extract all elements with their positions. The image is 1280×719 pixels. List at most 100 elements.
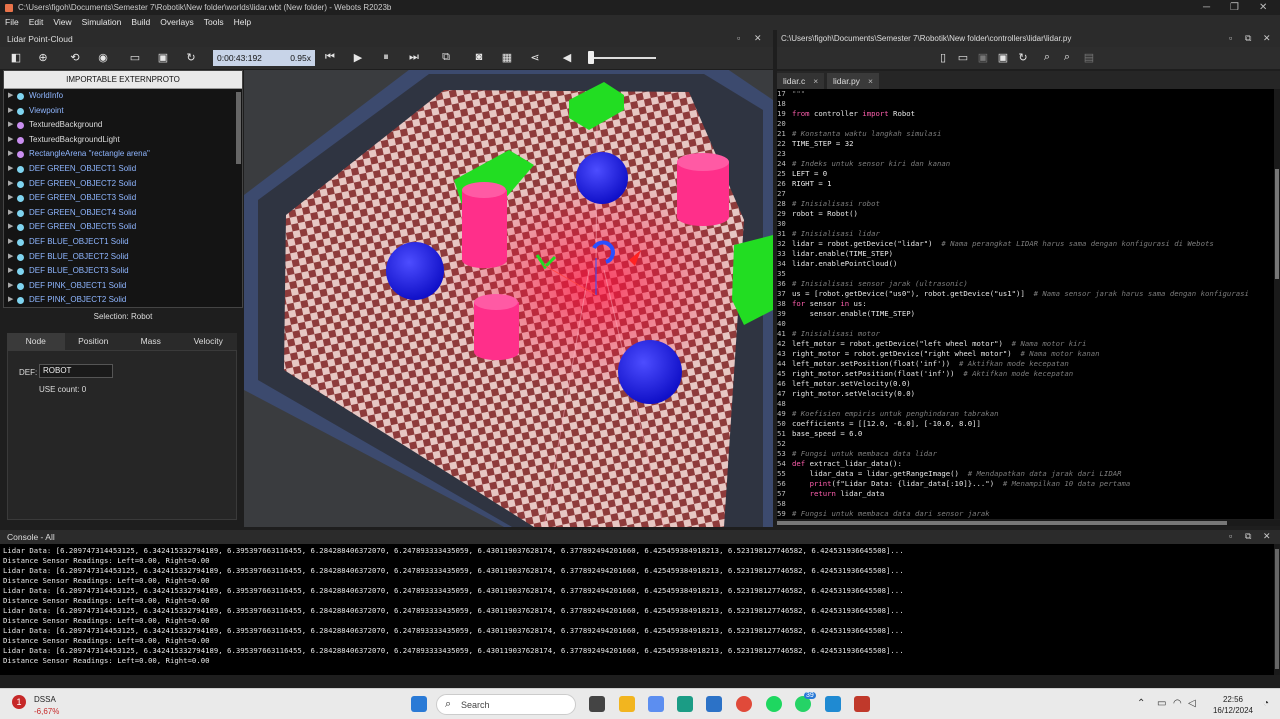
expand-arrow-icon[interactable]: ▶ xyxy=(8,118,13,133)
menu-view[interactable]: View xyxy=(48,15,76,30)
editor-close-icon[interactable]: ✕ xyxy=(1263,33,1271,44)
maximize-icon[interactable]: ❐ xyxy=(1230,0,1239,15)
file-explorer-icon[interactable] xyxy=(619,696,635,712)
taskbar-clock[interactable]: 22:56 16/12/2024 xyxy=(1208,694,1258,716)
reset-view-icon[interactable]: ⟲ xyxy=(67,51,83,64)
console-output[interactable]: Lidar Data: [6.209747314453125, 6.342415… xyxy=(0,544,1274,675)
console-undock-icon[interactable]: ⧉ xyxy=(1245,531,1251,542)
console-close-icon[interactable]: ✕ xyxy=(1263,531,1271,542)
blue-object-2[interactable] xyxy=(386,242,444,300)
tab-close-icon[interactable]: × xyxy=(868,76,873,86)
code-horizontal-scrollbar[interactable] xyxy=(777,520,1280,526)
expand-arrow-icon[interactable]: ▶ xyxy=(8,104,13,119)
webots-icon[interactable] xyxy=(854,696,870,712)
edge-icon[interactable] xyxy=(677,696,693,712)
panel-close-icon[interactable]: ✕ xyxy=(754,33,762,44)
scene-tree-item[interactable]: ▶ DEF GREEN_OBJECT1 Solid xyxy=(4,162,242,177)
scene-tree-item[interactable]: ▶ DEF GREEN_OBJECT2 Solid xyxy=(4,177,242,192)
scene-tree-item[interactable]: ▶ DEF GREEN_OBJECT5 Solid xyxy=(4,220,242,235)
open-world-icon[interactable]: ▭ xyxy=(127,51,143,64)
fast-forward-icon[interactable]: ⏭ xyxy=(406,51,422,64)
pause-icon[interactable]: ⏸ xyxy=(378,51,394,64)
expand-arrow-icon[interactable]: ▶ xyxy=(8,147,13,162)
tab-lidar-py[interactable]: lidar.py × xyxy=(827,73,879,89)
menu-tools[interactable]: Tools xyxy=(199,15,229,30)
fullscreen-icon[interactable]: ⧉ xyxy=(438,51,454,64)
visibility-eye-icon[interactable]: ◉ xyxy=(95,51,111,64)
menu-build[interactable]: Build xyxy=(126,15,155,30)
def-name-field[interactable]: ROBOT xyxy=(39,364,113,378)
code-editor[interactable]: 17 """ 18 19 from controller import Robot 20 2… xyxy=(777,89,1274,519)
task-view-icon[interactable] xyxy=(589,696,605,712)
scene-tree-item[interactable]: ▶ DEF BLUE_OBJECT1 Solid xyxy=(4,235,242,250)
volume-slider-handle[interactable] xyxy=(588,51,594,64)
new-file-icon[interactable]: ▯ xyxy=(935,51,951,64)
tab-node[interactable]: Node xyxy=(7,333,65,350)
menu-file[interactable]: File xyxy=(0,15,24,30)
expand-arrow-icon[interactable]: ▶ xyxy=(8,264,13,279)
scene-tree-item[interactable]: ▶ DEF BLUE_OBJECT2 Solid xyxy=(4,250,242,265)
expand-arrow-icon[interactable]: ▶ xyxy=(8,133,13,148)
toggle-scene-tree-icon[interactable]: ◧ xyxy=(8,51,24,64)
expand-arrow-icon[interactable]: ▶ xyxy=(8,191,13,206)
scene-tree-item[interactable]: ▶ TexturedBackground xyxy=(4,118,242,133)
spotify-icon[interactable] xyxy=(766,696,782,712)
pink-object-3[interactable] xyxy=(474,302,519,361)
screenshot-camera-icon[interactable]: ◙ xyxy=(471,51,487,63)
tab-position[interactable]: Position xyxy=(65,333,123,350)
step-icon[interactable]: ▶ xyxy=(350,51,366,64)
expand-arrow-icon[interactable]: ▶ xyxy=(8,279,13,294)
tray-chevron-icon[interactable]: ⌃ xyxy=(1137,698,1145,709)
expand-arrow-icon[interactable]: ▶ xyxy=(8,162,13,177)
add-node-icon[interactable]: ⊕ xyxy=(35,51,51,64)
windows-start-icon[interactable] xyxy=(411,696,427,712)
tab-velocity[interactable]: Velocity xyxy=(180,333,238,350)
editor-undock-icon[interactable]: ⧉ xyxy=(1245,33,1251,44)
save-file-icon[interactable]: ▣ xyxy=(975,51,991,64)
console-minimize-icon[interactable]: ▫ xyxy=(1229,531,1232,541)
scene-tree-item[interactable]: ▶ RectangleArena "rectangle arena" xyxy=(4,147,242,162)
wifi-icon[interactable]: ◠ xyxy=(1173,698,1182,709)
print-icon[interactable]: ▤ xyxy=(1081,51,1097,64)
code-vertical-scrollbar[interactable] xyxy=(1274,89,1280,519)
scene-tree-header[interactable]: IMPORTABLE EXTERNPROTO xyxy=(4,71,242,89)
revert-icon[interactable]: ↻ xyxy=(1015,51,1031,64)
scene-tree-item[interactable]: ▶ DEF GREEN_OBJECT3 Solid xyxy=(4,191,242,206)
save-as-icon[interactable]: ▣ xyxy=(995,51,1011,64)
save-world-icon[interactable]: ▣ xyxy=(155,51,171,64)
menu-help[interactable]: Help xyxy=(229,15,256,30)
volume-slider-track[interactable] xyxy=(588,57,656,59)
blue-object-3[interactable] xyxy=(618,340,682,404)
expand-arrow-icon[interactable]: ▶ xyxy=(8,235,13,250)
minimize-icon[interactable]: ─ xyxy=(1203,0,1210,15)
menu-simulation[interactable]: Simulation xyxy=(77,15,127,30)
volume-icon[interactable]: ◁ xyxy=(1188,698,1196,709)
expand-arrow-icon[interactable]: ▶ xyxy=(8,206,13,221)
scene-tree-item[interactable]: ▶ TexturedBackgroundLight xyxy=(4,133,242,148)
menu-edit[interactable]: Edit xyxy=(24,15,49,30)
scene-tree-item[interactable]: ▶ DEF PINK_OBJECT1 Solid xyxy=(4,279,242,294)
expand-arrow-icon[interactable]: ▶ xyxy=(8,89,13,104)
scene-tree-item[interactable]: ▶ DEF BLUE_OBJECT3 Solid xyxy=(4,264,242,279)
store-icon[interactable] xyxy=(706,696,722,712)
tab-mass[interactable]: Mass xyxy=(122,333,180,350)
3d-viewport[interactable] xyxy=(244,70,773,527)
undock-icon[interactable]: ▫ xyxy=(737,33,740,43)
tab-close-icon[interactable]: × xyxy=(813,76,818,86)
share-icon[interactable]: ⋖ xyxy=(527,51,543,64)
open-file-icon[interactable]: ▭ xyxy=(955,51,971,64)
pink-object-1[interactable] xyxy=(462,190,507,269)
scene-tree-item[interactable]: ▶ Viewpoint xyxy=(4,104,242,119)
green-object-3[interactable] xyxy=(732,235,773,325)
console-scrollbar[interactable] xyxy=(1274,544,1280,675)
sound-icon[interactable]: ◀ xyxy=(559,51,575,64)
expand-arrow-icon[interactable]: ▶ xyxy=(8,220,13,235)
reload-world-icon[interactable]: ↻ xyxy=(183,51,199,64)
scene-tree-item[interactable]: ▶ DEF PINK_OBJECT2 Solid xyxy=(4,293,242,307)
find-icon[interactable]: ⌕ xyxy=(1039,51,1055,64)
record-movie-icon[interactable]: ▦ xyxy=(499,51,515,64)
copilot-icon[interactable] xyxy=(648,696,664,712)
vscode-icon[interactable] xyxy=(825,696,841,712)
expand-arrow-icon[interactable]: ▶ xyxy=(8,177,13,192)
expand-arrow-icon[interactable]: ▶ xyxy=(8,293,13,307)
